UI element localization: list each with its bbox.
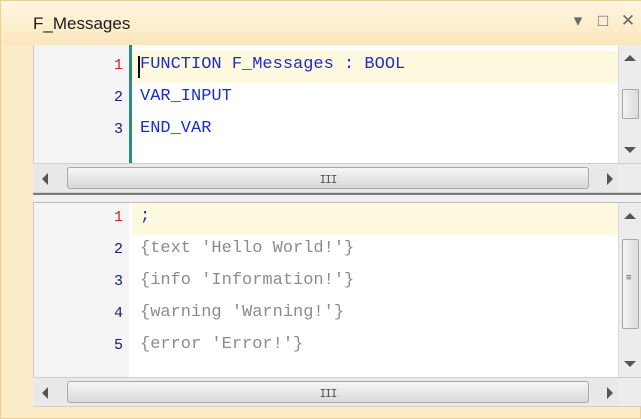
scrollbar-thumb[interactable]: III [67,381,589,403]
horizontal-scrollbar[interactable]: III [33,377,641,407]
line-number: 1 [113,209,123,226]
code-line[interactable]: 5 {error 'Error!'} [34,332,641,364]
pane-splitter[interactable] [33,193,641,203]
line-number: 3 [113,121,123,138]
code-line[interactable]: 2 VAR_INPUT [34,84,641,116]
code-line[interactable]: 2 {text 'Hello World!'} [34,236,641,268]
scroll-left-arrow-icon[interactable] [42,173,48,185]
scrollbar-thumb[interactable]: III [67,167,589,189]
scroll-right-arrow-icon[interactable] [607,387,613,399]
code-text: {warning 'Warning!'} [140,303,345,322]
scroll-left-arrow-icon[interactable] [42,387,48,399]
scroll-up-arrow-icon[interactable] [624,213,636,219]
declaration-editor[interactable]: 1 FUNCTION F_Messages : BOOL 2 VAR_INPUT… [33,45,641,163]
editor-window: F_Messages ▾ □ ✕ 1 FUNCTION F_Messages :… [0,0,641,419]
code-line[interactable]: 3 END_VAR [34,116,641,148]
scrollbar-thumb[interactable]: ≡ [622,239,639,329]
window-controls: ▾ □ ✕ [570,11,636,31]
code-line[interactable]: 1 ; [34,204,641,236]
scrollbar-thumb[interactable] [622,89,639,119]
grip-icon: ≡ [626,273,632,283]
code-text: {text 'Hello World!'} [140,239,355,258]
code-text: END_VAR [140,119,212,138]
window-title: F_Messages [33,14,131,33]
scrollbar-corner [618,164,641,192]
grip-icon: III [319,173,338,186]
vertical-scrollbar[interactable]: ≡ [618,203,641,377]
dropdown-icon[interactable]: ▾ [570,11,586,31]
vertical-scrollbar[interactable] [618,45,641,163]
line-number: 2 [113,241,123,258]
code-line[interactable]: 3 {info 'Information!'} [34,268,641,300]
code-text: {info 'Information!'} [140,271,355,290]
line-number: 4 [113,305,123,322]
maximize-icon[interactable]: □ [595,11,611,31]
scroll-down-arrow-icon[interactable] [624,147,636,153]
scrollbar-corner [618,378,641,406]
horizontal-scrollbar[interactable]: III [33,163,641,193]
implementation-editor[interactable]: 1 ; 2 {text 'Hello World!'} 3 {info 'Inf… [33,203,641,377]
close-icon[interactable]: ✕ [620,11,636,31]
code-line[interactable]: 4 {warning 'Warning!'} [34,300,641,332]
line-number: 3 [113,273,123,290]
code-text: VAR_INPUT [140,87,232,106]
scroll-up-arrow-icon[interactable] [624,55,636,61]
code-text: ; [140,207,151,226]
title-bar: F_Messages ▾ □ ✕ [1,1,641,45]
code-text: {error 'Error!'} [140,335,304,354]
scroll-down-arrow-icon[interactable] [624,361,636,367]
grip-icon: III [319,387,338,400]
line-number: 2 [113,89,123,106]
code-line[interactable]: 1 FUNCTION F_Messages : BOOL [34,52,641,84]
line-number: 5 [113,337,123,354]
scroll-right-arrow-icon[interactable] [607,173,613,185]
line-number: 1 [113,57,123,74]
code-text: FUNCTION F_Messages : BOOL [140,55,406,74]
